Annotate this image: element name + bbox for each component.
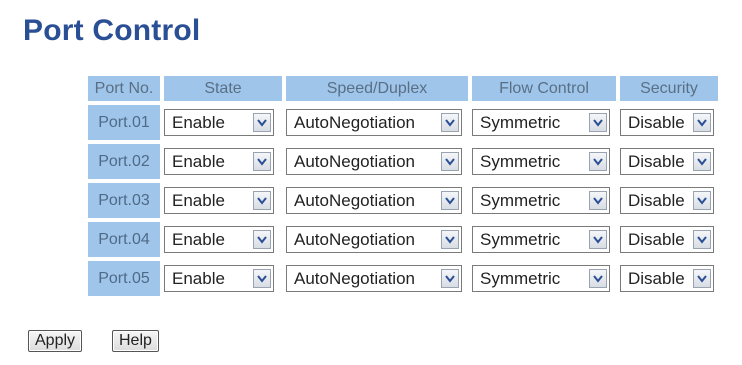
- header-speed-duplex: Speed/Duplex: [286, 76, 468, 101]
- flow-control-select[interactable]: Symmetric: [472, 148, 610, 175]
- state-select[interactable]: Enable: [164, 187, 274, 214]
- port-label: Port.02: [88, 144, 160, 179]
- state-select-value: Enable: [172, 229, 225, 249]
- state-select-value: Enable: [172, 151, 225, 171]
- security-select-value: Disable: [628, 229, 685, 249]
- flow-control-select[interactable]: Symmetric: [472, 226, 610, 253]
- state-select-value: Enable: [172, 190, 225, 210]
- flow-control-select-value: Symmetric: [480, 268, 561, 288]
- header-flow-control: Flow Control: [472, 76, 616, 101]
- chevron-down-icon[interactable]: [693, 269, 711, 288]
- port-label: Port.01: [88, 105, 160, 140]
- table-row: Port.04 Enable AutoNegotiation Symmetric Dis…: [88, 222, 718, 257]
- speed-duplex-select-value: AutoNegotiation: [294, 229, 415, 249]
- chevron-down-icon[interactable]: [589, 191, 607, 210]
- speed-duplex-select-value: AutoNegotiation: [294, 190, 415, 210]
- speed-duplex-select[interactable]: AutoNegotiation: [286, 109, 462, 136]
- chevron-down-icon[interactable]: [253, 152, 271, 171]
- security-select[interactable]: Disable: [620, 187, 714, 214]
- port-label: Port.05: [88, 261, 160, 296]
- flow-control-select[interactable]: Symmetric: [472, 187, 610, 214]
- chevron-down-icon[interactable]: [253, 113, 271, 132]
- table-header-row: Port No. State Speed/Duplex Flow Control…: [88, 76, 718, 101]
- chevron-down-icon[interactable]: [441, 230, 459, 249]
- security-select-value: Disable: [628, 151, 685, 171]
- flow-control-select-value: Symmetric: [480, 151, 561, 171]
- security-select-value: Disable: [628, 268, 685, 288]
- chevron-down-icon[interactable]: [589, 113, 607, 132]
- speed-duplex-select-value: AutoNegotiation: [294, 151, 415, 171]
- help-button[interactable]: Help: [112, 330, 159, 352]
- chevron-down-icon[interactable]: [693, 230, 711, 249]
- chevron-down-icon[interactable]: [253, 269, 271, 288]
- flow-control-select[interactable]: Symmetric: [472, 265, 610, 292]
- flow-control-select-value: Symmetric: [480, 190, 561, 210]
- chevron-down-icon[interactable]: [441, 191, 459, 210]
- state-select-value: Enable: [172, 268, 225, 288]
- table-row: Port.03 Enable AutoNegotiation Symmetric Dis…: [88, 183, 718, 218]
- state-select[interactable]: Enable: [164, 226, 274, 253]
- speed-duplex-select[interactable]: AutoNegotiation: [286, 187, 462, 214]
- chevron-down-icon[interactable]: [441, 152, 459, 171]
- security-select[interactable]: Disable: [620, 226, 714, 253]
- state-select-value: Enable: [172, 112, 225, 132]
- header-state: State: [164, 76, 282, 101]
- header-security: Security: [620, 76, 718, 101]
- speed-duplex-select[interactable]: AutoNegotiation: [286, 265, 462, 292]
- state-select[interactable]: Enable: [164, 148, 274, 175]
- chevron-down-icon[interactable]: [441, 269, 459, 288]
- speed-duplex-select-value: AutoNegotiation: [294, 112, 415, 132]
- security-select-value: Disable: [628, 190, 685, 210]
- flow-control-select-value: Symmetric: [480, 229, 561, 249]
- chevron-down-icon[interactable]: [693, 152, 711, 171]
- state-select[interactable]: Enable: [164, 109, 274, 136]
- speed-duplex-select[interactable]: AutoNegotiation: [286, 226, 462, 253]
- port-label: Port.04: [88, 222, 160, 257]
- speed-duplex-select-value: AutoNegotiation: [294, 268, 415, 288]
- speed-duplex-select[interactable]: AutoNegotiation: [286, 148, 462, 175]
- security-select[interactable]: Disable: [620, 109, 714, 136]
- header-port-no: Port No.: [88, 76, 160, 101]
- chevron-down-icon[interactable]: [253, 230, 271, 249]
- chevron-down-icon[interactable]: [253, 191, 271, 210]
- page-title: Port Control: [23, 14, 201, 47]
- security-select[interactable]: Disable: [620, 265, 714, 292]
- chevron-down-icon[interactable]: [441, 113, 459, 132]
- security-select-value: Disable: [628, 112, 685, 132]
- port-control-table: Port No. State Speed/Duplex Flow Control…: [84, 72, 722, 300]
- chevron-down-icon[interactable]: [589, 152, 607, 171]
- chevron-down-icon[interactable]: [589, 230, 607, 249]
- flow-control-select[interactable]: Symmetric: [472, 109, 610, 136]
- port-label: Port.03: [88, 183, 160, 218]
- state-select[interactable]: Enable: [164, 265, 274, 292]
- chevron-down-icon[interactable]: [589, 269, 607, 288]
- chevron-down-icon[interactable]: [693, 113, 711, 132]
- apply-button[interactable]: Apply: [28, 330, 83, 352]
- chevron-down-icon[interactable]: [693, 191, 711, 210]
- table-row: Port.01 Enable AutoNegotiation Symmetric Dis…: [88, 105, 718, 140]
- table-row: Port.02 Enable AutoNegotiation Symmetric Dis…: [88, 144, 718, 179]
- security-select[interactable]: Disable: [620, 148, 714, 175]
- table-row: Port.05 Enable AutoNegotiation Symmetric Dis…: [88, 261, 718, 296]
- flow-control-select-value: Symmetric: [480, 112, 561, 132]
